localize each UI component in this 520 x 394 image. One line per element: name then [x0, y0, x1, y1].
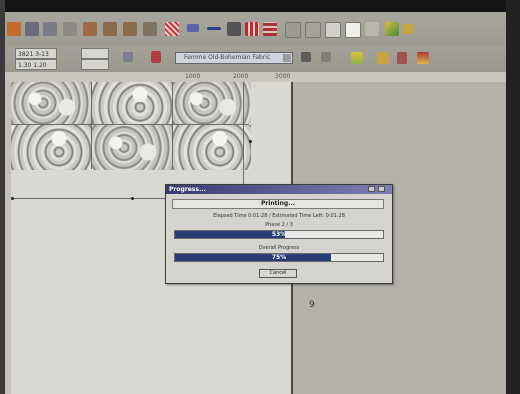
- guide-handle[interactable]: [131, 197, 134, 200]
- minimize-icon[interactable]: [368, 186, 375, 192]
- main-toolbar: [5, 12, 506, 47]
- pattern-tile: [11, 82, 91, 124]
- pattern-tile: [92, 82, 172, 124]
- dialog-title: Progress...: [169, 186, 206, 193]
- pattern-tile: [11, 125, 91, 170]
- phase-label: Phase 2 / 3: [265, 222, 293, 228]
- fabric-style-select[interactable]: Femme Old-Bohemian Fabric: [175, 52, 293, 64]
- overall-progress-bar: 75%: [174, 253, 384, 262]
- color-icon[interactable]: [385, 22, 399, 36]
- swatch-grid-icon[interactable]: [245, 22, 259, 36]
- elapsed-time: Elapsed Time 0:01:28 / Estimated Time Le…: [213, 213, 345, 219]
- overall-percent: 75%: [271, 254, 287, 261]
- pattern-preview-tiles: [11, 82, 251, 170]
- fabric-style-value: Femme Old-Bohemian Fabric: [184, 54, 271, 61]
- secondary-toolbar: 3821 3-13 1.30 1.20 Femme Old-Bohemian F…: [5, 46, 506, 73]
- scissors-icon[interactable]: [227, 22, 241, 36]
- phase-progress-bar: 53%: [174, 230, 384, 239]
- close-icon[interactable]: [378, 186, 385, 192]
- save-icon[interactable]: [25, 22, 39, 36]
- ruler-tick-label: 1000: [185, 73, 201, 80]
- star-icon[interactable]: [403, 24, 413, 34]
- print-icon[interactable]: [43, 22, 57, 36]
- guide-handle[interactable]: [249, 140, 252, 143]
- pattern-tile: [92, 125, 172, 170]
- pattern-tile: [173, 125, 251, 170]
- size-field-d[interactable]: [81, 59, 109, 70]
- refresh-icon[interactable]: [301, 52, 311, 62]
- pencil-icon[interactable]: [397, 52, 407, 64]
- hand-icon[interactable]: [321, 52, 331, 62]
- cut-icon[interactable]: [63, 22, 77, 36]
- pattern-grid-icon[interactable]: [165, 22, 179, 36]
- lock-icon[interactable]: [151, 51, 161, 63]
- chevron-down-icon[interactable]: [283, 54, 291, 62]
- size-field-c[interactable]: [81, 48, 109, 59]
- layers-icon[interactable]: [365, 22, 379, 36]
- ruler-tick-label: 3000: [275, 73, 291, 80]
- guide-line[interactable]: [11, 198, 171, 199]
- brush-icon[interactable]: [377, 52, 389, 64]
- monitor-bezel-top: [0, 0, 520, 12]
- page-icon[interactable]: [325, 22, 341, 38]
- size-field-b[interactable]: 1.30 1.20: [15, 59, 57, 70]
- align-icon[interactable]: [305, 22, 321, 38]
- tool-icon-4[interactable]: [143, 22, 157, 36]
- pattern-tile: [173, 82, 251, 124]
- size-field-a[interactable]: 3821 3-13: [15, 48, 57, 59]
- open-icon[interactable]: [7, 22, 21, 36]
- ruler-tick-label: 2000: [233, 73, 249, 80]
- link-icon[interactable]: [123, 52, 133, 62]
- repeat-icon[interactable]: [187, 24, 199, 32]
- dialog-title-bar[interactable]: Progress...: [166, 185, 392, 194]
- progress-dialog: Progress... Printing... Elapsed Time 0:0…: [165, 184, 393, 284]
- tool-icon-1[interactable]: [83, 22, 97, 36]
- flag-icon[interactable]: [417, 52, 429, 64]
- monitor-bezel-right: [506, 0, 520, 394]
- tool-icon-2[interactable]: [103, 22, 117, 36]
- phase-percent: 53%: [271, 231, 287, 238]
- canvas-marker: 9: [309, 300, 315, 310]
- cancel-button[interactable]: Cancel: [259, 269, 297, 278]
- move-icon[interactable]: [285, 22, 301, 38]
- guide-handle[interactable]: [11, 197, 14, 200]
- overall-label: Overall Progress: [258, 245, 300, 251]
- dots-icon[interactable]: [207, 27, 221, 30]
- image-icon[interactable]: [345, 22, 361, 38]
- print-status: Printing...: [172, 199, 384, 209]
- tool-icon-3[interactable]: [123, 22, 137, 36]
- palette-icon[interactable]: [351, 52, 363, 64]
- swatch-grid-icon-2[interactable]: [263, 22, 277, 36]
